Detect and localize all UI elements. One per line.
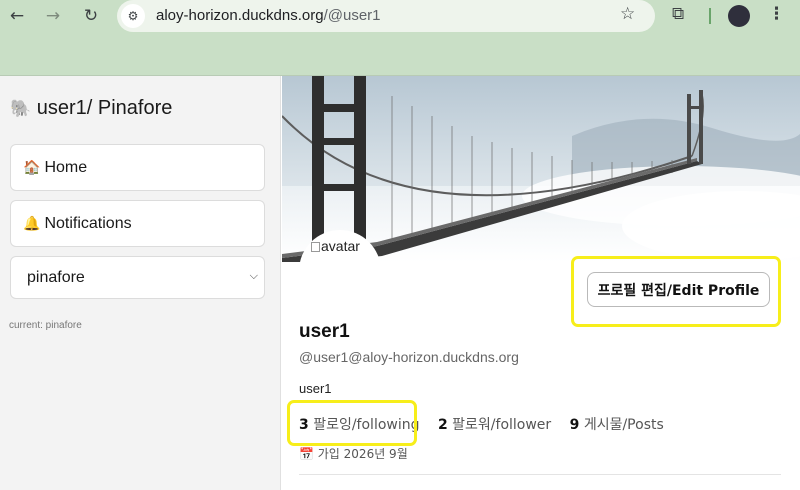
- browser-menu-icon[interactable]: ⋮: [768, 4, 785, 24]
- profile-divider: [299, 474, 781, 475]
- bell-icon: 🔔: [23, 215, 41, 232]
- sidebar-item-label: Home: [44, 158, 88, 176]
- stat-posts[interactable]: 9 게시물/Posts: [570, 417, 664, 433]
- broken-image-icon: [311, 242, 320, 252]
- joined-text: 가입 2026년 9월: [313, 447, 408, 461]
- bookmarks-bar: [0, 32, 800, 76]
- sidebar-item-home[interactable]: 🏠 Home: [10, 144, 265, 191]
- calendar-icon: 📅: [299, 447, 314, 461]
- profile-bio: user1: [299, 381, 332, 396]
- following-highlight: [287, 400, 417, 446]
- elephant-icon: 🐘: [10, 99, 32, 119]
- stat-followers[interactable]: 2 팔로워/follower: [438, 417, 551, 433]
- site-title-text: user1/ Pinafore: [31, 97, 173, 119]
- sidebar-item-label: Notifications: [44, 214, 132, 232]
- posts-label: 게시물/Posts: [579, 417, 664, 433]
- chevron-down-icon: ⌵: [249, 269, 258, 282]
- bookmark-star-icon[interactable]: ☆: [620, 4, 635, 24]
- followers-count: 2: [437, 417, 448, 433]
- url-host: aloy-horizon.duckdns.org: [156, 7, 324, 24]
- toolbar-divider: [709, 8, 711, 24]
- site-title: 🐘 user1/ Pinafore: [10, 97, 172, 120]
- instance-select[interactable]: pinafore ⌵: [10, 256, 265, 299]
- avatar-alt-label: avatar: [321, 238, 360, 254]
- browser-profile-avatar[interactable]: [728, 5, 750, 27]
- display-name: user1: [299, 321, 350, 342]
- back-icon[interactable]: ←: [5, 4, 29, 28]
- profile-avatar[interactable]: avatar: [299, 230, 381, 312]
- url-path: /@user1: [323, 7, 381, 24]
- edit-profile-highlight: [571, 256, 781, 327]
- avatar-alt-text: avatar: [311, 238, 360, 254]
- house-icon: 🏠: [23, 159, 41, 176]
- reload-icon[interactable]: ↻: [79, 4, 103, 28]
- url-text[interactable]: aloy-horizon.duckdns.org/@user1: [156, 7, 381, 24]
- profile-handle: @user1@aloy-horizon.duckdns.org: [299, 349, 519, 365]
- site-settings-icon[interactable]: ⚙: [121, 4, 145, 28]
- forward-icon[interactable]: →: [41, 4, 65, 28]
- current-instance-label: current: pinafore: [9, 320, 82, 331]
- sidebar-item-notifications[interactable]: 🔔 Notifications: [10, 200, 265, 247]
- sidebar: 🐘 user1/ Pinafore 🏠 Home 🔔 Notifications…: [0, 76, 281, 490]
- extensions-icon[interactable]: ⧉: [672, 4, 684, 24]
- instance-select-value: pinafore: [27, 268, 85, 286]
- joined-date: 📅 가입 2026년 9월: [299, 445, 408, 462]
- followers-label: 팔로워/follower: [447, 417, 552, 433]
- posts-count: 9: [569, 417, 580, 433]
